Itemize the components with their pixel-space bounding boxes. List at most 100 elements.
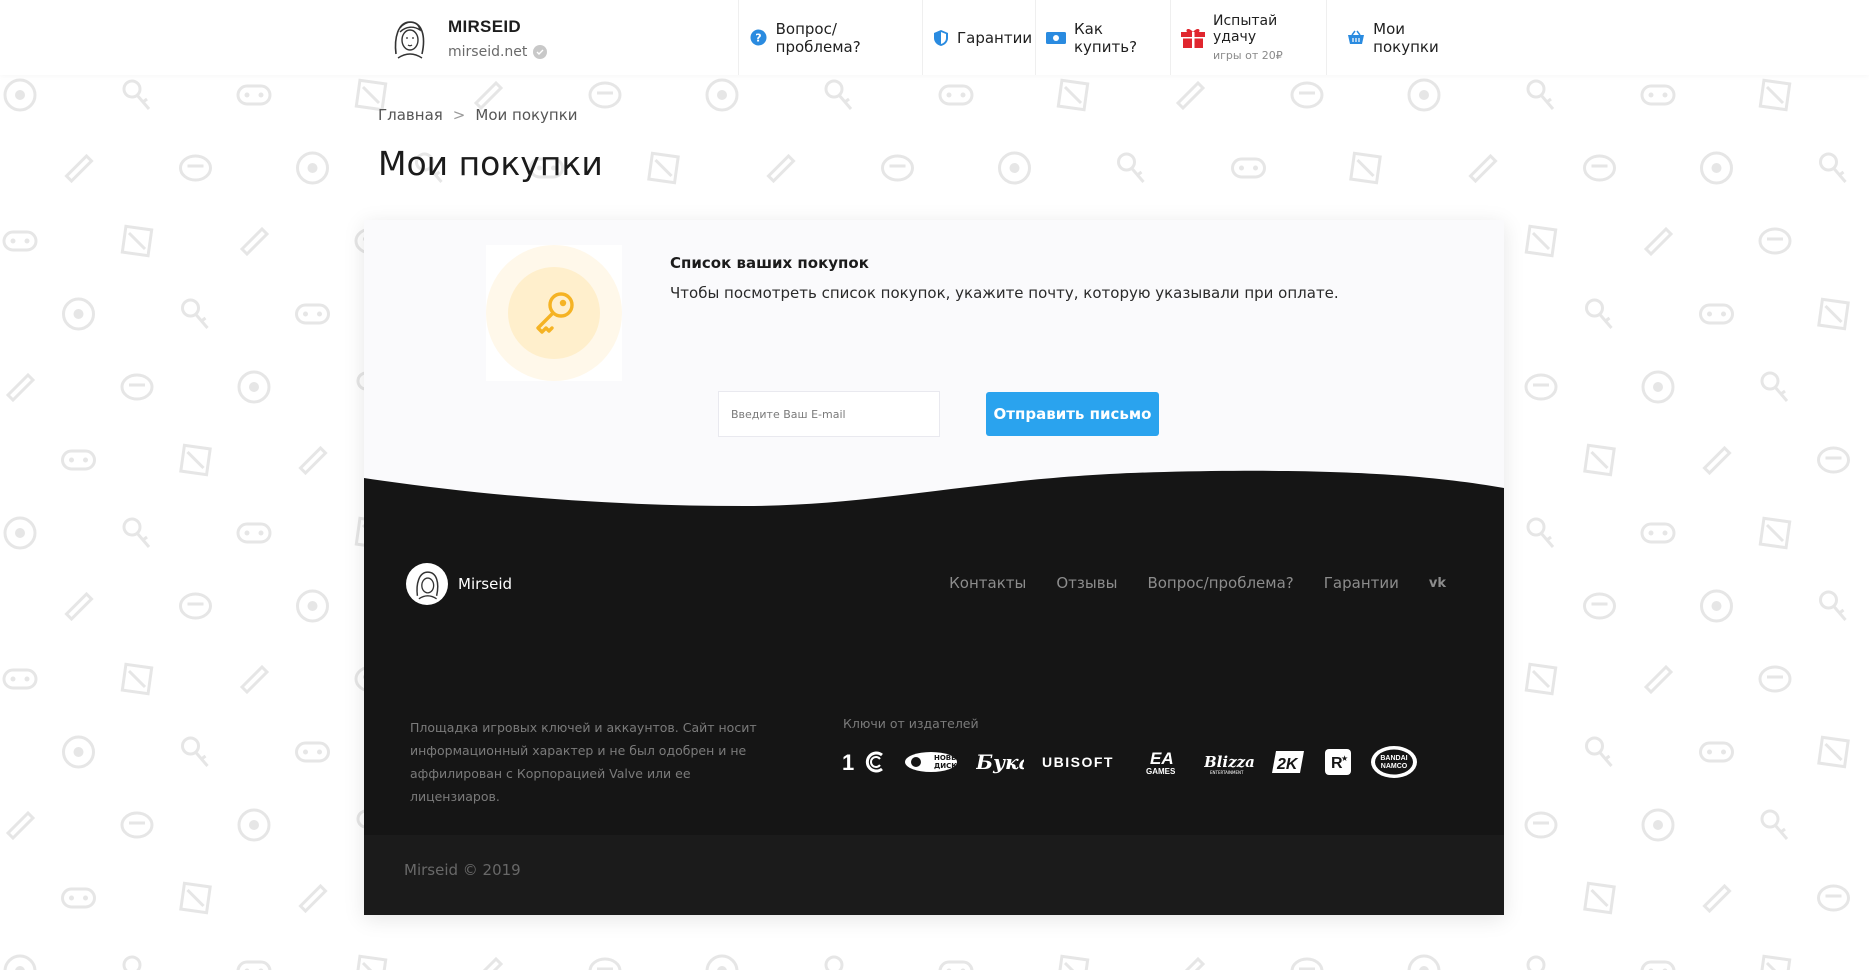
pattern-icon bbox=[1641, 808, 1675, 842]
svg-text:GAMES: GAMES bbox=[1146, 767, 1176, 776]
svg-text:НОВЫЙ: НОВЫЙ bbox=[934, 753, 958, 762]
pattern-icon bbox=[1526, 79, 1555, 110]
svg-text:Бука: Бука bbox=[976, 750, 1024, 774]
pattern-icon bbox=[62, 297, 95, 331]
pattern-icon bbox=[1640, 960, 1676, 970]
verified-icon bbox=[533, 44, 548, 59]
pattern-icon bbox=[938, 960, 974, 970]
send-letter-button[interactable]: Отправить письмо bbox=[986, 392, 1159, 436]
pattern-icon bbox=[1758, 516, 1792, 550]
pattern-icon bbox=[1526, 955, 1546, 970]
pattern-icon bbox=[236, 960, 272, 970]
pattern-icon bbox=[1524, 662, 1558, 696]
pattern-icon bbox=[1817, 735, 1850, 769]
nav-my-purchases[interactable]: Мои покупки bbox=[1326, 0, 1476, 75]
nav-try-luck[interactable]: Испытай удачу игры от 20₽ bbox=[1170, 0, 1326, 75]
footer-link-guarantees[interactable]: Гарантии bbox=[1324, 574, 1399, 592]
pattern-icon bbox=[120, 662, 154, 696]
brand-domain: mirseid.net bbox=[448, 43, 548, 60]
pattern-icon bbox=[1184, 956, 1206, 970]
purchases-card: Список ваших покупок Чтобы посмотреть сп… bbox=[364, 220, 1504, 915]
pattern-icon bbox=[1583, 154, 1616, 182]
pattern-icon bbox=[588, 81, 622, 109]
pattern-icon bbox=[1349, 151, 1382, 185]
pattern-icon bbox=[1585, 298, 1613, 329]
pattern-icon bbox=[122, 79, 151, 110]
pattern-icon bbox=[1056, 78, 1090, 112]
pattern-icon bbox=[5, 810, 36, 841]
brand-domain-text: mirseid.net bbox=[448, 43, 528, 60]
nav-question[interactable]: ? Вопрос/проблема? bbox=[738, 0, 922, 75]
pattern-icon bbox=[296, 151, 329, 185]
pattern-icon bbox=[1583, 881, 1616, 915]
breadcrumb-separator: > bbox=[452, 106, 466, 124]
footer-link-question[interactable]: Вопрос/проблема? bbox=[1147, 574, 1293, 592]
pattern-icon bbox=[1758, 954, 1792, 970]
svg-text:NAMCO: NAMCO bbox=[1381, 763, 1408, 770]
pattern-icon bbox=[298, 445, 328, 476]
pattern-icon bbox=[1583, 592, 1616, 620]
pattern-icon bbox=[179, 443, 212, 477]
nav-how-to-buy-label: Как купить? bbox=[1074, 19, 1138, 56]
brand[interactable]: MIRSEID mirseid.net bbox=[384, 10, 548, 66]
pattern-icon bbox=[181, 298, 209, 329]
footer-link-contacts[interactable]: Контакты bbox=[949, 574, 1026, 592]
pattern-icon bbox=[1231, 157, 1266, 179]
logo-ubisoft: UBISOFT bbox=[1042, 754, 1128, 770]
pattern-icon bbox=[881, 154, 914, 182]
pattern-icon bbox=[824, 79, 853, 110]
pattern-icon bbox=[1640, 84, 1676, 106]
pattern-icon bbox=[1290, 957, 1324, 970]
pattern-icon bbox=[1524, 224, 1558, 258]
logo-bandai-namco: BANDAI NAMCO bbox=[1370, 745, 1418, 779]
pattern-icon bbox=[1641, 370, 1675, 404]
nav-guarantees[interactable]: Гарантии bbox=[922, 0, 1035, 75]
logo-1c: 1 bbox=[842, 750, 886, 774]
pattern-icon bbox=[181, 736, 209, 767]
pattern-icon bbox=[1583, 443, 1616, 477]
pattern-icon bbox=[1524, 373, 1558, 401]
logo-ea-games: EA GAMES bbox=[1146, 748, 1186, 776]
nav-try-luck-sub: игры от 20₽ bbox=[1213, 49, 1283, 62]
footer-brand[interactable]: Mirseid bbox=[406, 563, 512, 605]
purchases-list-title: Список ваших покупок bbox=[670, 254, 869, 272]
svg-text:?: ? bbox=[755, 32, 761, 45]
pattern-icon bbox=[236, 522, 272, 544]
email-input[interactable] bbox=[718, 391, 940, 437]
pattern-icon bbox=[62, 735, 95, 769]
footer-copyright: Mirseid © 2019 bbox=[404, 861, 521, 879]
pattern-icon bbox=[1817, 446, 1850, 474]
pattern-icon bbox=[354, 954, 388, 970]
pattern-icon bbox=[1524, 811, 1558, 839]
pattern-icon bbox=[588, 957, 622, 970]
pattern-icon bbox=[61, 887, 96, 909]
nav-how-to-buy[interactable]: Как купить? bbox=[1035, 0, 1170, 75]
svg-text:EA: EA bbox=[1150, 749, 1174, 768]
pattern-icon bbox=[122, 955, 142, 970]
svg-text:★: ★ bbox=[1341, 754, 1348, 763]
pattern-icon bbox=[1819, 590, 1847, 621]
vk-icon[interactable]: vk bbox=[1429, 576, 1446, 591]
pattern-icon bbox=[5, 372, 36, 403]
pattern-icon bbox=[938, 84, 974, 106]
publisher-logos: 1 НОВЫЙДИСК Бука UBISOFT EAGAMES Blizzar… bbox=[842, 745, 1418, 779]
pattern-icon bbox=[705, 954, 739, 970]
basket-icon bbox=[1347, 28, 1365, 48]
pattern-icon bbox=[1056, 954, 1090, 970]
pattern-icon bbox=[1760, 809, 1789, 840]
pattern-icon bbox=[1585, 736, 1613, 767]
pattern-icon bbox=[1700, 589, 1733, 623]
pattern-icon bbox=[120, 224, 154, 258]
pattern-icon bbox=[239, 664, 270, 695]
pattern-icon bbox=[179, 592, 212, 620]
nav-guarantees-label: Гарантии bbox=[957, 28, 1033, 47]
breadcrumb-home[interactable]: Главная bbox=[378, 106, 443, 124]
pattern-icon bbox=[1702, 883, 1732, 914]
pattern-icon bbox=[1290, 81, 1324, 109]
footer-link-reviews[interactable]: Отзывы bbox=[1056, 574, 1117, 592]
pattern-icon bbox=[1117, 152, 1145, 183]
pattern-icon bbox=[1702, 445, 1732, 476]
pattern-icon bbox=[998, 151, 1031, 185]
pattern-icon bbox=[3, 516, 37, 550]
footer-avatar bbox=[406, 563, 448, 605]
